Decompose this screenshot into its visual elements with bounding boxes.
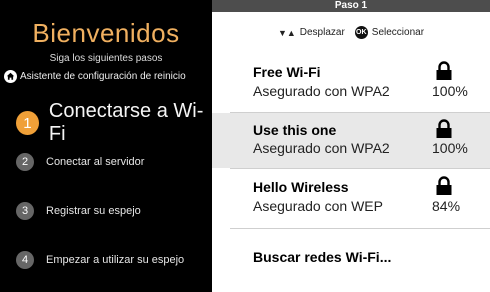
step-number-badge: 3	[16, 202, 34, 220]
signal-strength: 100%	[432, 83, 468, 99]
step-item-3: 3 Registrar su espejo	[16, 202, 141, 220]
setup-sidebar: Bienvenidos Siga los siguientes pasos As…	[0, 0, 212, 292]
home-icon	[4, 69, 17, 83]
network-name: Free Wi-Fi	[253, 64, 321, 80]
step-item-1: 1 Conectarse a Wi-Fi	[16, 100, 212, 146]
restart-wizard-label: Asistente de configuración de reinicio	[20, 70, 186, 82]
scroll-label: Desplazar	[299, 27, 345, 38]
step-item-4: 4 Empezar a utilizar su espejo	[16, 251, 184, 269]
network-row-selected[interactable]: Use this one Asegurado con WPA2 100%	[212, 113, 490, 168]
select-label: Seleccionar	[371, 27, 425, 38]
step-label: Empezar a utilizar su espejo	[46, 254, 185, 266]
step-number-badge: 4	[16, 251, 34, 269]
network-security: Asegurado con WEP	[253, 198, 383, 214]
step-item-2: 2 Conectar al servidor	[16, 153, 144, 171]
welcome-subtitle: Siga los siguientes pasos	[49, 53, 163, 64]
welcome-title: Bienvenidos	[32, 18, 180, 48]
row-divider	[230, 228, 490, 229]
network-security: Asegurado con WPA2	[253, 140, 390, 156]
network-row[interactable]: Free Wi-Fi Asegurado con WPA2 100%	[212, 54, 490, 112]
restart-wizard-link[interactable]: Asistente de configuración de reinicio	[4, 68, 212, 84]
lock-icon	[436, 176, 452, 195]
step-label: Conectarse a Wi-Fi	[48, 100, 204, 145]
step-label: Conectar al servidor	[46, 156, 145, 168]
step-number-badge: 2	[16, 153, 34, 171]
step-number-badge: 1	[16, 111, 39, 135]
signal-strength: 100%	[432, 140, 468, 156]
network-name: Hello Wireless	[253, 179, 349, 195]
lock-icon	[436, 61, 452, 80]
lock-icon	[436, 119, 452, 138]
step-label: Registrar su espejo	[46, 205, 141, 217]
step-list: 1 Conectarse a Wi-Fi 2 Conectar al servi…	[0, 96, 212, 292]
setup-screen: Bienvenidos Siga los siguientes pasos As…	[0, 0, 490, 292]
scroll-arrows-icon: ▼▲	[277, 27, 296, 38]
network-row[interactable]: Hello Wireless Asegurado con WEP 84%	[212, 169, 490, 227]
network-security: Asegurado con WPA2	[253, 83, 390, 99]
step-header: Paso 1	[212, 0, 490, 12]
signal-strength: 84%	[432, 198, 461, 214]
ok-button-icon: OK	[354, 26, 368, 39]
network-name: Use this one	[253, 122, 337, 138]
controls-hint: ▼▲ Desplazar OK Seleccionar	[212, 26, 490, 39]
search-networks-button[interactable]: Buscar redes Wi-Fi...	[253, 249, 391, 265]
